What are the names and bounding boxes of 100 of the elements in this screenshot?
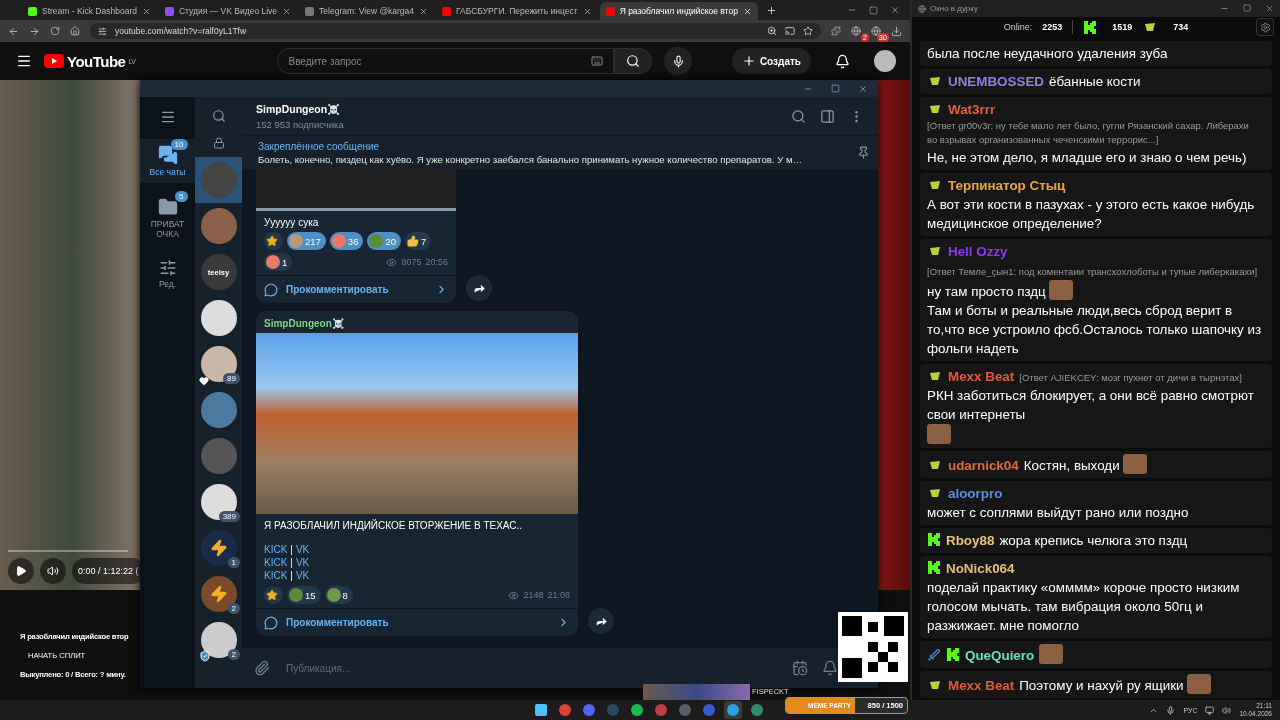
pin-icon[interactable] xyxy=(857,146,870,159)
play-icon xyxy=(15,565,27,577)
avatar xyxy=(200,438,237,474)
kick-logo-icon xyxy=(927,560,941,575)
chat-list-item[interactable]: 2 xyxy=(195,617,242,663)
notifications-icon[interactable] xyxy=(835,53,850,69)
sticker-icon xyxy=(369,234,384,248)
link[interactable]: KICK xyxy=(264,569,288,582)
cup-icon xyxy=(927,458,943,472)
menu-icon[interactable] xyxy=(159,109,176,125)
reaction-chip[interactable]: 15 xyxy=(287,586,321,604)
message-text: Костян, выходи xyxy=(1023,457,1120,475)
close-icon[interactable] xyxy=(890,5,900,15)
volume-icon[interactable] xyxy=(1222,705,1232,715)
close-icon[interactable] xyxy=(582,6,592,16)
bell-icon[interactable] xyxy=(822,660,838,676)
message-text: Не, не этом дело, я младше его и знаю о чем речь) xyxy=(927,149,1247,167)
reaction-chip[interactable]: 1 xyxy=(264,253,293,271)
reload-icon[interactable] xyxy=(50,26,60,36)
link[interactable]: VK xyxy=(295,543,310,556)
search-button[interactable] xyxy=(614,48,653,74)
folder-tab[interactable]: 5 ПРИВАТ ОЧКА xyxy=(140,191,195,245)
close-icon[interactable] xyxy=(858,83,868,94)
close-icon[interactable] xyxy=(742,6,752,16)
heart-icon xyxy=(199,376,209,386)
username: Mexx Beat xyxy=(948,677,1015,695)
menu-icon[interactable] xyxy=(16,53,32,69)
username: QueQuiero xyxy=(965,647,1035,665)
create-button[interactable]: Создать xyxy=(731,48,811,74)
browser-tab[interactable]: ГАБСБУРГИ. Пережить инцест xyxy=(436,2,598,20)
reaction-chip[interactable] xyxy=(264,586,283,604)
link[interactable]: VK xyxy=(295,569,310,582)
folder-tab[interactable]: Ред. xyxy=(140,253,195,295)
reaction-count: 36 xyxy=(347,235,359,247)
post-time: 20:56 xyxy=(425,257,448,267)
message-text: РКН заботиться блокирует, а они всё равно смотрют свои интернеты xyxy=(927,387,1255,424)
search-icon[interactable] xyxy=(211,109,226,123)
close-icon[interactable] xyxy=(141,6,151,16)
comment-button[interactable]: Прокомментировать xyxy=(256,608,578,636)
chat-list-item[interactable]: 389 xyxy=(195,479,242,525)
reaction-chip[interactable]: 7 xyxy=(405,232,432,250)
browser-tab[interactable]: Stream - Kick Dashboard xyxy=(22,2,157,20)
kick-logo-icon xyxy=(927,532,941,547)
chat-list-item[interactable]: 89 xyxy=(195,341,242,387)
schedule-icon[interactable] xyxy=(792,660,808,676)
close-icon[interactable] xyxy=(282,6,292,16)
browser-tab[interactable]: Telegram: View @karga4 xyxy=(299,2,434,20)
thumbs-up-icon xyxy=(407,235,419,247)
close-icon[interactable] xyxy=(419,6,428,16)
search-icon[interactable] xyxy=(791,108,806,124)
plus-icon xyxy=(741,54,756,68)
sidebar-icon[interactable] xyxy=(820,108,835,124)
username: udarnick04 xyxy=(948,457,1019,475)
download-icon[interactable] xyxy=(891,25,902,37)
avatar xyxy=(200,392,237,428)
unread-badge: 389 xyxy=(218,511,240,522)
maximize-icon[interactable] xyxy=(869,5,878,15)
maximize-icon[interactable] xyxy=(1243,4,1251,12)
message-text: ну там просто пздц xyxy=(927,283,1046,301)
link[interactable]: VK xyxy=(295,556,310,569)
comment-button[interactable]: Прокомментировать xyxy=(256,275,456,303)
reaction-count: 20 xyxy=(385,235,396,247)
pinned-text: Болеть, конечно, пиздец как хуёво. Я уже конкретно заебался банально принимать нужное количество препаратов. У м… xyxy=(258,153,804,165)
address-bar[interactable]: youtube.com/watch?v=ralf0yL1Tfw xyxy=(90,23,821,39)
pinned-label: Закреплённое сообщение xyxy=(258,140,381,152)
attach-icon[interactable] xyxy=(254,660,270,676)
chat-list-item[interactable]: 1 xyxy=(195,525,242,571)
settings-button[interactable] xyxy=(1256,18,1274,36)
forward-icon[interactable] xyxy=(29,25,40,37)
browser-tab[interactable]: Я разоблачил индийское втор xyxy=(599,2,758,20)
subscriber-count: 152 953 подписчика xyxy=(256,118,345,130)
message-input[interactable]: Публикация... xyxy=(284,661,778,675)
youtube-logo[interactable]: YouTube $^{LV}$ xyxy=(44,52,136,70)
home-icon[interactable] xyxy=(70,26,80,36)
link[interactable]: KICK xyxy=(264,556,288,569)
close-icon[interactable] xyxy=(1265,4,1274,13)
browser-tab[interactable]: Студия — VK Видео Live xyxy=(158,2,298,20)
lock-icon[interactable] xyxy=(212,137,225,149)
play-button[interactable] xyxy=(8,558,34,584)
qr-code-drawing xyxy=(838,612,908,682)
link[interactable]: KICK xyxy=(264,543,288,556)
shield-check-icon xyxy=(199,650,211,662)
search-icon xyxy=(626,54,641,68)
share-button[interactable] xyxy=(466,275,492,301)
chat-list-item[interactable]: 2 xyxy=(195,571,242,617)
maximize-icon[interactable] xyxy=(831,84,840,93)
avatar[interactable] xyxy=(874,50,896,72)
reaction-chip[interactable] xyxy=(264,232,283,250)
online-count: 2253 xyxy=(1042,22,1063,32)
pinned-message-bar[interactable]: Закреплённое сообщение Болеть, конечно, пиздец как хуёво. Я уже конкретно заебался банально принимать нужное количество препаратов. У м… xyxy=(242,135,878,169)
mic-button[interactable] xyxy=(664,47,693,75)
username: UNEMBOSSED xyxy=(948,73,1044,91)
volume-button[interactable] xyxy=(40,558,66,584)
folder-tab[interactable]: 10 Все чаты xyxy=(140,139,195,183)
reaction-chip[interactable]: 8 xyxy=(324,586,353,604)
new-tab-icon[interactable] xyxy=(765,5,777,16)
back-icon[interactable] xyxy=(8,25,19,37)
share-button[interactable] xyxy=(588,608,614,634)
separator: | xyxy=(290,556,293,569)
composer-bar[interactable]: Публикация... xyxy=(242,648,878,688)
